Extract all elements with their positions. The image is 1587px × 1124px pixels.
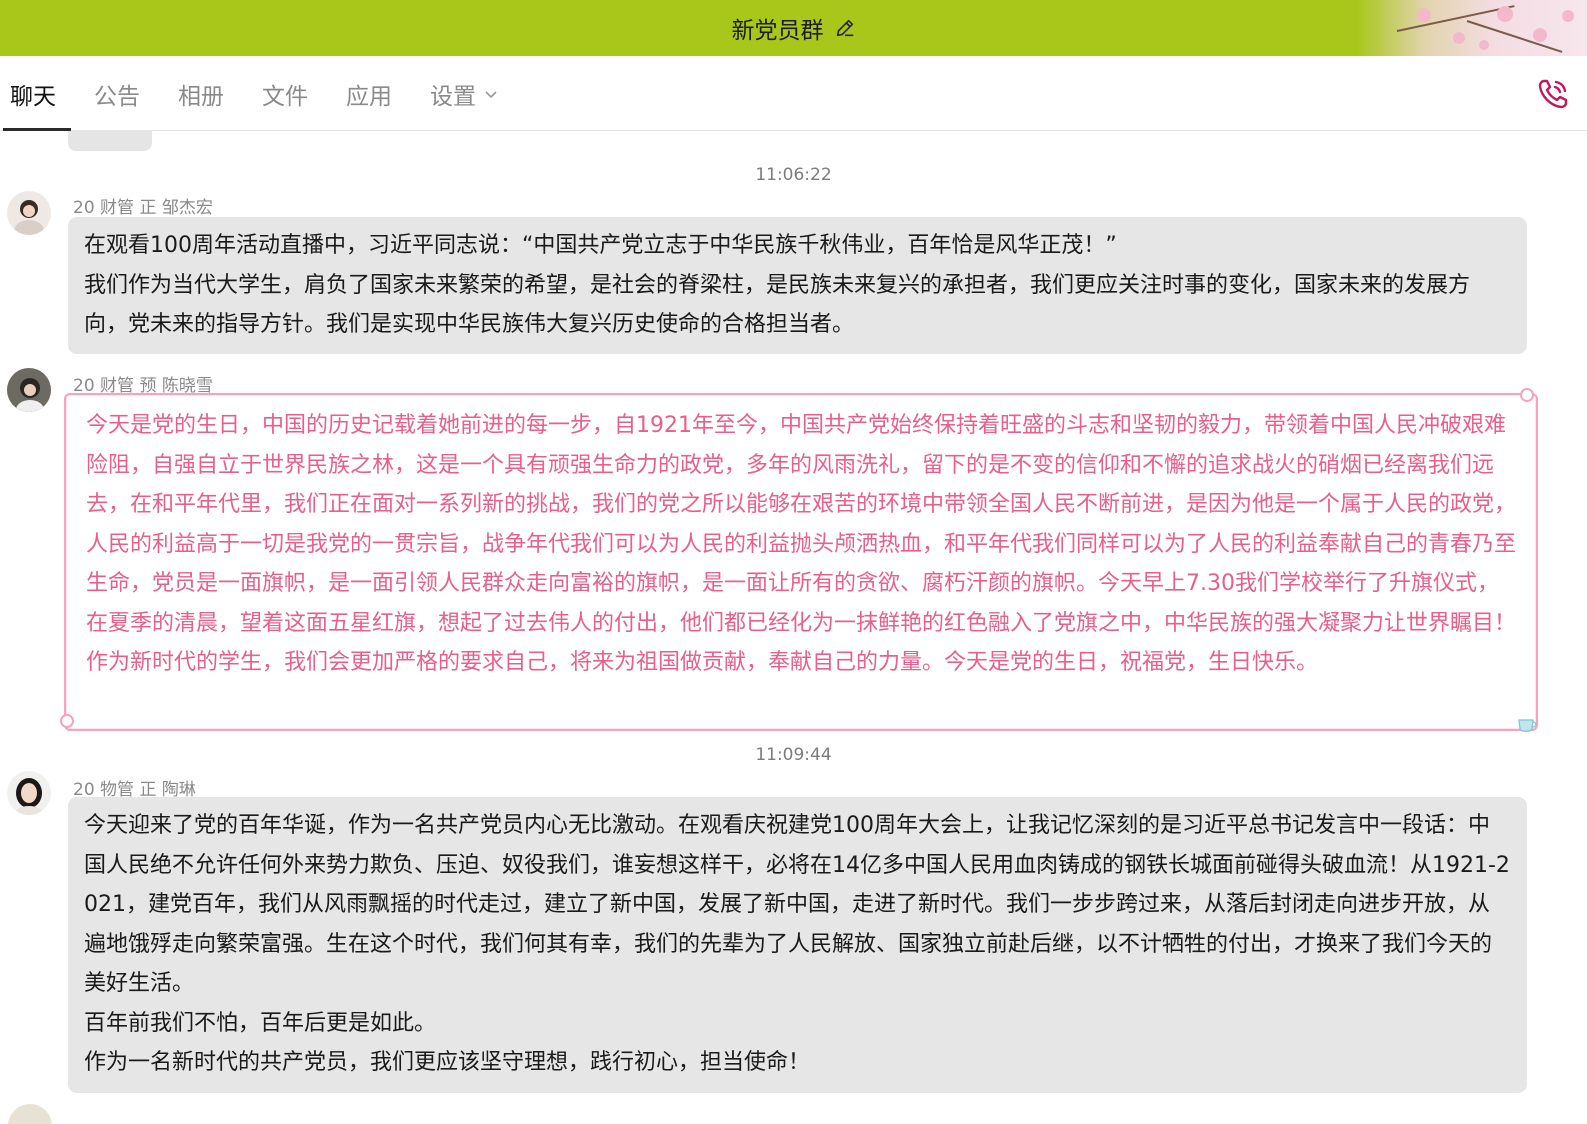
message-bubble[interactable]: 今天迎来了党的百年华诞，作为一名共产党员内心无比激动。在观看庆祝建党100周年大… bbox=[68, 797, 1527, 1093]
avatar[interactable] bbox=[7, 771, 51, 815]
teacup-icon bbox=[1518, 719, 1537, 732]
message-bubble[interactable]: 在观看100周年活动直播中，习近平同志说：“中国共产党立志于中华民族千秋伟业，百… bbox=[68, 217, 1527, 354]
tab-files[interactable]: 文件 bbox=[243, 56, 327, 131]
message-timestamp: 11:06:22 bbox=[755, 165, 832, 185]
tab-chat[interactable]: 聊天 bbox=[0, 56, 75, 131]
previous-message-bubble bbox=[68, 131, 152, 151]
message-timestamp: 11:09:44 bbox=[755, 745, 832, 765]
tab-label: 聊天 bbox=[10, 83, 56, 110]
tab-label: 应用 bbox=[346, 83, 392, 110]
bubble-decoration bbox=[60, 714, 74, 728]
tab-announcements[interactable]: 公告 bbox=[75, 56, 159, 131]
title-bar: 新党员群 bbox=[0, 0, 1587, 56]
avatar[interactable] bbox=[7, 368, 51, 412]
edit-icon[interactable] bbox=[834, 17, 856, 39]
tab-album[interactable]: 相册 bbox=[159, 56, 243, 131]
tab-label: 设置 bbox=[430, 83, 476, 110]
chat-title: 新党员群 bbox=[731, 18, 824, 44]
chat-history[interactable]: 11:06:22 20 财管 正 邹杰宏 在观看100周年活动直播中，习近平同志… bbox=[0, 131, 1587, 1124]
tab-label: 公告 bbox=[94, 83, 140, 110]
message-bubble[interactable]: 今天是党的生日，中国的历史记载着她前进的每一步，自1921年至今，中国共产党始终… bbox=[64, 393, 1538, 731]
bubble-decoration bbox=[1520, 388, 1534, 402]
avatar[interactable] bbox=[8, 1104, 52, 1124]
tab-settings[interactable]: 设置 bbox=[411, 56, 519, 131]
tab-apps[interactable]: 应用 bbox=[327, 56, 411, 131]
avatar[interactable] bbox=[7, 191, 51, 235]
chevron-down-icon bbox=[485, 90, 497, 98]
tab-bar: 聊天 公告 相册 文件 应用 设置 bbox=[0, 56, 1587, 131]
sender-name: 20 财管 正 邹杰宏 bbox=[73, 198, 213, 218]
phone-icon[interactable] bbox=[1535, 76, 1571, 112]
tab-label: 文件 bbox=[262, 83, 308, 110]
tab-label: 相册 bbox=[178, 83, 224, 110]
